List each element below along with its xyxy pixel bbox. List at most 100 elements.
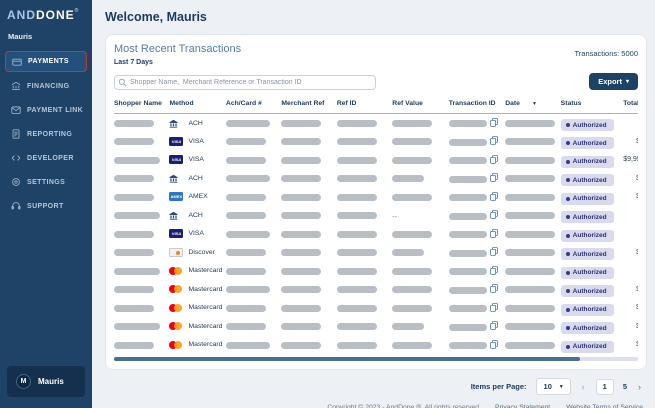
ref-value-placeholder <box>392 267 433 275</box>
table-row[interactable]: Mastercard Authorized $ <box>114 336 638 355</box>
status-text: Authorized <box>572 232 607 240</box>
ref-value-placeholder <box>392 156 433 164</box>
sidebar-item-payment-link[interactable]: PAYMENT LINK <box>0 98 92 122</box>
transaction-id-placeholder <box>448 231 487 239</box>
transaction-id-placeholder <box>448 157 487 165</box>
merchant-ref-placeholder <box>281 249 322 257</box>
status-badge: Authorized <box>560 285 614 298</box>
horizontal-scrollbar-track[interactable] <box>114 357 638 362</box>
sidebar-item-settings[interactable]: SETTINGS <box>0 170 92 194</box>
method-label: Mastercard <box>188 322 223 330</box>
ref-id-placeholder <box>336 138 377 146</box>
transaction-id-placeholder <box>448 323 487 331</box>
transaction-id-placeholder <box>448 138 487 146</box>
transactions-table: Shopper Name Method Ach/Card # Merchant Ref… <box>114 97 638 354</box>
column-header-ref-id: Ref ID <box>336 97 393 114</box>
shopper-name-placeholder <box>114 175 154 183</box>
shopper-name-placeholder <box>114 286 154 294</box>
copy-icon[interactable] <box>489 169 498 187</box>
privacy-statement-link[interactable]: Privacy Statement <box>495 404 550 408</box>
bank-icon <box>169 211 184 220</box>
horizontal-scrollbar-thumb[interactable] <box>114 357 581 362</box>
table-row[interactable]: Mastercard Authorized $ <box>114 299 638 318</box>
ref-id-placeholder <box>336 193 377 201</box>
column-header-date[interactable]: Date ▼ <box>505 97 561 114</box>
copy-icon[interactable] <box>489 114 498 132</box>
table-row[interactable]: VISA VISA Authorized <box>114 225 638 244</box>
table-row[interactable]: ACH Authorized $ <box>114 169 638 188</box>
ach-card-placeholder <box>225 193 266 201</box>
status-badge: Authorized <box>560 322 614 335</box>
panel-title: Most Recent Transactions <box>114 43 242 55</box>
merchant-ref-placeholder <box>281 304 322 312</box>
ref-id-placeholder <box>336 175 377 183</box>
method-label: AMEX <box>188 193 208 201</box>
copy-icon[interactable] <box>489 206 498 224</box>
copy-icon[interactable] <box>489 132 498 150</box>
ref-value-placeholder <box>392 193 433 201</box>
copy-icon[interactable] <box>489 243 498 261</box>
table-row[interactable]: Mastercard Authorized <box>114 262 638 281</box>
ref-value-placeholder <box>392 286 433 294</box>
page-number-last[interactable]: 5 <box>623 382 627 391</box>
sidebar-item-label: DEVELOPER <box>27 154 74 162</box>
terms-of-service-link[interactable]: Website Terms of Service <box>566 404 643 408</box>
sidebar-item-developer[interactable]: DEVELOPER <box>0 146 92 170</box>
method-label: Discover <box>188 248 215 256</box>
profile-menu[interactable]: M Mauris <box>7 366 85 397</box>
total-amount: $ <box>623 336 638 355</box>
table-row[interactable]: Mastercard Authorized $ <box>114 317 638 336</box>
sidebar-item-support[interactable]: SUPPORT <box>0 194 92 218</box>
page-title: Welcome, Mauris <box>105 10 207 24</box>
merchant-ref-placeholder <box>281 286 322 294</box>
total-amount: $ <box>623 299 638 318</box>
sidebar-item-reporting[interactable]: REPORTING <box>0 122 92 146</box>
search-input[interactable] <box>114 75 376 90</box>
status-text: Authorized <box>572 139 607 147</box>
copy-icon[interactable] <box>489 317 498 335</box>
profile-name: Mauris <box>38 377 64 386</box>
table-row[interactable]: AMEX AMEX Authorized $ <box>114 188 638 207</box>
ref-value-placeholder <box>392 175 425 183</box>
transactions-table-container: Shopper Name Method Ach/Card # Merchant Ref… <box>114 97 638 354</box>
page-number-current[interactable]: 1 <box>595 378 614 395</box>
copy-icon[interactable] <box>489 225 498 243</box>
prev-page-button[interactable]: ‹ <box>580 382 587 392</box>
table-row[interactable]: ACH Authorized <box>114 114 638 133</box>
ref-value-placeholder <box>392 341 433 349</box>
copy-icon[interactable] <box>489 262 498 280</box>
method-label: Mastercard <box>188 267 223 275</box>
sort-descending-icon[interactable]: ▼ <box>532 101 537 107</box>
merchant-ref-placeholder <box>281 156 322 164</box>
mastercard-icon <box>169 266 184 275</box>
status-dot-icon <box>565 233 570 238</box>
table-row[interactable]: Discover Authorized $ <box>114 243 638 262</box>
table-row[interactable]: Mastercard Authorized $ <box>114 280 638 299</box>
financing-icon <box>11 81 21 91</box>
copy-icon[interactable] <box>489 188 498 206</box>
status-badge: Authorized <box>560 229 614 242</box>
copy-icon[interactable] <box>489 336 498 354</box>
total-amount: $ <box>623 132 638 151</box>
table-row[interactable]: VISA VISA Authorized $9,999.99 <box>114 151 638 170</box>
table-row[interactable]: VISA VISA Authorized $ <box>114 132 638 151</box>
next-page-button[interactable]: › <box>636 382 643 392</box>
sidebar-nav: PAYMENTS FINANCING PAYMENT LINK REPORTING DE… <box>0 49 92 218</box>
merchant-ref-placeholder <box>281 323 322 331</box>
merchant-ref-placeholder <box>281 267 322 275</box>
sidebar-item-payments[interactable]: PAYMENTS <box>5 51 87 72</box>
status-text: Authorized <box>572 250 607 258</box>
sidebar-item-financing[interactable]: FINANCING <box>0 74 92 98</box>
table-row[interactable]: ACH -- Authorized <box>114 206 638 225</box>
column-header-merchant-ref: Merchant Ref <box>281 97 337 114</box>
ach-card-placeholder <box>225 138 266 146</box>
copy-icon[interactable] <box>489 280 498 298</box>
items-per-page-select[interactable]: 10 ▾ <box>535 378 571 396</box>
column-header-transaction-id: Transaction ID <box>448 97 506 114</box>
shopper-name-placeholder <box>114 193 154 201</box>
copy-icon[interactable] <box>489 299 498 317</box>
ach-card-placeholder <box>225 175 270 183</box>
copy-icon[interactable] <box>489 151 498 169</box>
export-button[interactable]: Export ▾ <box>589 73 638 90</box>
